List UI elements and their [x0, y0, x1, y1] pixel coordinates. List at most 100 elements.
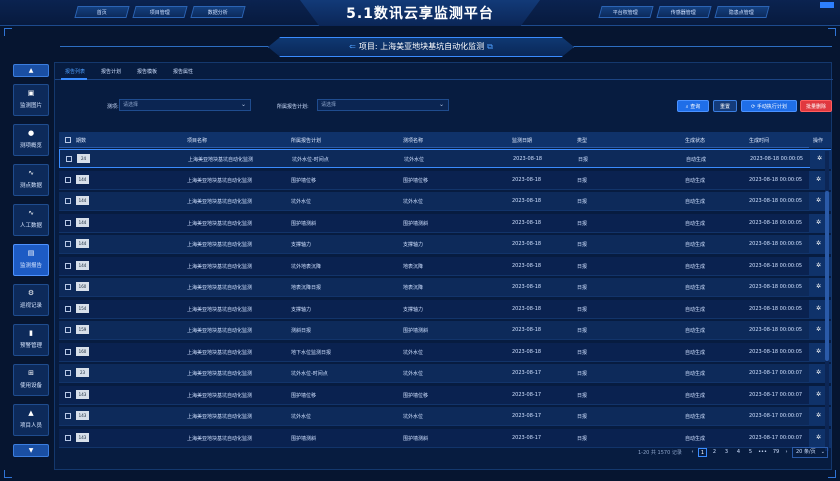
scrollbar-thumb[interactable] — [825, 191, 829, 361]
query-button[interactable]: ⌕ 查询 — [677, 100, 709, 112]
table-row[interactable]: 144 上海美亚地块基坑自动化监测 围护墙位移 围护墙位移 2023-08-18 日报 自动… — [59, 170, 831, 190]
gear-icon[interactable]: ✲ — [816, 326, 821, 333]
gear-icon[interactable]: ✲ — [816, 262, 821, 269]
table-row[interactable]: 143 上海美亚地块基坑自动化监测 围护墙位移 围护墙位移 2023-08-17 日报 自动… — [59, 385, 831, 405]
prev-page-button[interactable]: ‹ — [688, 448, 697, 457]
page-ellipsis[interactable]: ••• — [758, 448, 767, 457]
batch-delete-button[interactable]: 批量删除 — [800, 100, 832, 112]
table-row[interactable]: 23 上海美亚地块基坑自动化监测 坑外水位-时间点 坑外水位 2023-08-17 日报 自… — [59, 364, 831, 383]
row-checkbox[interactable] — [65, 327, 71, 333]
page-button[interactable]: 3 — [722, 448, 731, 457]
gear-icon[interactable]: ✲ — [816, 412, 821, 419]
period-badge: 143 — [76, 411, 89, 420]
table-row[interactable]: 143 上海美亚地块基坑自动化监测 围护墙测斜 围护墙测斜 2023-08-17 日报 自动… — [59, 428, 831, 448]
row-checkbox[interactable] — [65, 284, 71, 290]
tab-report-list[interactable]: 报告列表 — [65, 68, 85, 75]
table-row[interactable]: 144 上海美亚地块基坑自动化监测 坑外地表沉降 地表沉降 2023-08-18 日报 自动… — [59, 256, 831, 276]
nav-tab-project-management[interactable]: 项目管理 — [132, 6, 188, 18]
cell-project: 上海美亚地块基坑自动化监测 — [187, 306, 253, 313]
plan-select[interactable]: 请选择 ⌄ — [317, 99, 449, 111]
period-select[interactable]: 请选择 ⌄ — [119, 99, 251, 111]
page-button[interactable]: 1 — [698, 448, 707, 457]
tab-report-attributes[interactable]: 报告属性 — [173, 68, 193, 75]
sidebar-item-patrol[interactable]: ⚙ 巡视记录 — [13, 284, 49, 316]
gear-icon[interactable]: ✲ — [816, 369, 821, 376]
table-row[interactable]: 160 上海美亚地块基坑自动化监测 地表沉降日报 地表沉降 2023-08-18 日报 自动… — [59, 278, 831, 297]
table-row[interactable]: 24 上海美亚地块基坑自动化监测 坑外水位-时间点 坑外水位 2023-08-18 日报 自… — [59, 149, 832, 169]
back-arrow-icon[interactable]: ⇐ — [349, 42, 356, 51]
sidebar-item-monitor-report[interactable]: ▤ 监测报告 — [13, 244, 49, 276]
sidebar-item-label: 监测图片 — [19, 103, 42, 109]
page-button[interactable]: 79 — [770, 448, 782, 457]
row-checkbox[interactable] — [65, 391, 71, 398]
gear-icon[interactable]: ✲ — [816, 348, 821, 355]
sidebar-item-point-data[interactable]: ∿ 测点数据 — [13, 164, 49, 196]
nav-tab-sensors[interactable]: 传感器管理 — [656, 6, 712, 18]
row-checkbox[interactable] — [65, 198, 71, 204]
gear-icon[interactable]: ✲ — [816, 219, 821, 226]
page-button[interactable]: 2 — [710, 448, 719, 457]
sidebar-scroll-up-button[interactable]: ▲ — [13, 64, 49, 77]
table-row[interactable]: 144 上海美亚地块基坑自动化监测 围护墙测斜 围护墙测斜 2023-08-18 日报 自动… — [59, 213, 831, 233]
sidebar-item-personnel[interactable]: ▲ 项目人员 — [13, 404, 49, 436]
cell-date: 2023-08-18 — [513, 156, 543, 162]
table-row[interactable]: 143 上海美亚地块基坑自动化监测 坑外水位 坑外水位 2023-08-17 日报 自动生成… — [59, 407, 831, 426]
reset-button[interactable]: 重置 — [713, 100, 737, 112]
row-checkbox[interactable] — [65, 348, 71, 355]
nav-tab-label: 传感器管理 — [671, 10, 697, 16]
sidebar-item-devices[interactable]: ⊞ 使用设备 — [13, 364, 49, 396]
gear-icon[interactable]: ✲ — [817, 155, 822, 162]
row-checkbox[interactable] — [65, 262, 71, 269]
cell-type: 日报 — [577, 199, 588, 205]
image-icon: ▣ — [27, 89, 35, 97]
cell-plan: 地下水位监测日报 — [291, 349, 332, 356]
cell-date: 2023-08-18 — [512, 348, 542, 355]
gear-icon[interactable]: ✲ — [816, 283, 821, 290]
row-checkbox[interactable] — [65, 241, 71, 247]
gear-icon[interactable]: ✲ — [816, 197, 821, 204]
select-all-checkbox[interactable] — [65, 137, 71, 143]
gear-icon[interactable]: ✲ — [816, 391, 821, 398]
page-size-select[interactable]: 20 条/页 ⌄ — [792, 447, 828, 458]
manual-run-plan-button[interactable]: ⟳ 手动执行计划 — [741, 100, 797, 112]
row-checkbox[interactable] — [65, 305, 71, 312]
nav-tab-permissions[interactable]: 平台权管理 — [598, 6, 654, 18]
row-checkbox[interactable] — [65, 176, 71, 183]
sidebar-scroll-down-button[interactable]: ▼ — [13, 444, 49, 457]
cell-date: 2023-08-18 — [512, 241, 542, 247]
row-checkbox[interactable] — [65, 219, 71, 226]
row-checkbox[interactable] — [66, 156, 72, 162]
table-row[interactable]: 159 上海美亚地块基坑自动化监测 测斜日报 围护墙测斜 2023-08-18 日报 自动生… — [59, 321, 831, 340]
tab-report-template[interactable]: 报告模板 — [137, 68, 157, 75]
nav-tab-hazards[interactable]: 隐患点管理 — [714, 6, 770, 18]
row-checkbox[interactable] — [65, 370, 71, 376]
gear-icon[interactable]: ✲ — [816, 240, 821, 247]
gear-icon[interactable]: ✲ — [816, 305, 821, 312]
row-checkbox[interactable] — [65, 434, 71, 441]
pulse-icon: ∿ — [28, 169, 34, 177]
sidebar-item-manual-data[interactable]: ∿ 人工数据 — [13, 204, 49, 236]
sidebar-item-monitor-images[interactable]: ▣ 监测图片 — [13, 84, 49, 116]
cell-date: 2023-08-18 — [512, 262, 542, 269]
table-row[interactable]: 144 上海美亚地块基坑自动化监测 支撑轴力 支撑轴力 2023-08-18 日报 自动生成… — [59, 235, 831, 254]
next-page-button[interactable]: › — [782, 448, 791, 457]
page-button[interactable]: 5 — [746, 448, 755, 457]
table-row[interactable]: 154 上海美亚地块基坑自动化监测 支撑轴力 支撑轴力 2023-08-18 日报 自动生成… — [59, 299, 831, 319]
project-name: 项目: 上海美亚地块基坑自动化监测 — [358, 42, 485, 51]
gear-icon[interactable]: ✲ — [816, 434, 821, 441]
sidebar-item-alarm[interactable]: ▮ 预警管理 — [13, 324, 49, 356]
table-row[interactable]: 160 上海美亚地块基坑自动化监测 地下水位监测日报 坑外水位 2023-08-18 日报… — [59, 342, 831, 362]
sidebar-item-overview[interactable]: ● 测项概览 — [13, 124, 49, 156]
tab-report-plan[interactable]: 报告计划 — [101, 68, 121, 75]
cell-type: 日报 — [577, 306, 588, 313]
gear-icon[interactable]: ✲ — [816, 176, 821, 183]
nav-tab-home[interactable]: 首页 — [74, 6, 130, 18]
row-checkbox[interactable] — [65, 413, 71, 419]
table-row[interactable]: 144 上海美亚地块基坑自动化监测 坑外水位 坑外水位 2023-08-18 日报 自动生成… — [59, 192, 831, 211]
table-scrollbar[interactable] — [825, 151, 829, 451]
edit-icon[interactable]: ⧉ — [487, 42, 493, 51]
period-badge: 144 — [76, 239, 89, 248]
page-button[interactable]: 4 — [734, 448, 743, 457]
cell-project: 上海美亚地块基坑自动化监测 — [187, 285, 253, 291]
nav-tab-data-analysis[interactable]: 数据分析 — [190, 6, 246, 18]
